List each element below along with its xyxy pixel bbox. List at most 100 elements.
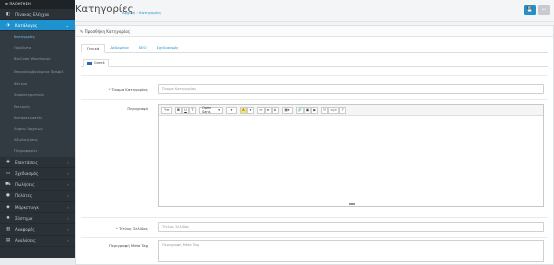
sidebar-subitem-recurring[interactable]: Επαναλαμβανόμενα Προφίλ: [0, 64, 75, 79]
sidebar-item-label: Κατάλογος: [15, 22, 38, 28]
tab-data[interactable]: Δεδομένα: [105, 44, 133, 52]
style-button[interactable]: ✎ ▾: [161, 106, 172, 114]
breadcrumb-current[interactable]: Κατηγορίες: [139, 10, 161, 15]
sidebar-item-reports[interactable]: ▥ Αναφορές ›: [0, 224, 75, 236]
sidebar-subitem-attributes[interactable]: Χαρακτηριστικά: [0, 90, 75, 102]
form-tabs: Γενικά Δεδομένα SEO Σχεδιασμός: [81, 44, 548, 53]
bold-button[interactable]: B: [175, 106, 182, 114]
meta-title-label: * Τίτλος Σελίδας: [115, 226, 148, 231]
video-button[interactable]: ▶: [311, 106, 319, 114]
underline-button[interactable]: U: [182, 106, 189, 114]
chevron-right-icon: ›: [67, 238, 69, 244]
user-icon: ●: [6, 193, 10, 199]
color-dropdown[interactable]: ▾: [247, 106, 254, 114]
sidebar-item-label: Πωλήσεις: [15, 182, 35, 188]
page-header: Κατηγορίες Αρχική › Κατηγορίες 💾 ↩: [75, 0, 554, 22]
sidebar-subitem-reviews[interactable]: Αξιολογήσεις: [0, 134, 75, 147]
meta-title-input[interactable]: Τίτλος Σελίδας: [158, 222, 544, 232]
name-label: * Όνομα Κατηγορίας: [108, 87, 148, 92]
fullscreen-button[interactable]: ⤧: [321, 106, 329, 114]
sidebar-item-label: Μάρκετινγκ: [15, 204, 39, 210]
editor-toolbar: ✎ ▾ B U T Open Sans ▾ ▾ A ▾ ≔ ≡ ≣ ▦ ▾ 🔗 ▣ …: [159, 105, 543, 116]
category-name-input[interactable]: Όνομα Κατηγορίας: [158, 84, 544, 94]
form-panel: ✎ Προσθήκη Κατηγορίας Γενικά Δεδομένα SE…: [75, 25, 554, 265]
tag-icon: ⬗: [6, 22, 10, 28]
divider: [81, 99, 548, 100]
image-button[interactable]: ▣: [303, 106, 312, 114]
chevron-right-icon: ›: [67, 182, 69, 188]
sidebar-item-system[interactable]: ✹ Σύστημα ›: [0, 213, 75, 225]
sidebar-item-label: Επεκτάσεις: [15, 159, 38, 165]
sidebar-item-sales[interactable]: ⛟ Πωλήσεις ›: [0, 180, 75, 191]
chart-icon: ▥: [5, 226, 11, 232]
sidebar-subitem-products[interactable]: Προϊόντα: [0, 42, 75, 54]
sidebar-subitem-categories[interactable]: Κατηγορίες: [0, 31, 75, 43]
sidebar: ≡ ΠΛΟΗΓΗΣΗ ◧ Πίνακας Ελέγχου ⬗ Κατάλογος…: [0, 0, 75, 258]
sidebar-item-extensions[interactable]: ✚ Επεκτάσεις ›: [0, 157, 75, 169]
tab-seo[interactable]: SEO: [134, 44, 152, 52]
clear-format-button[interactable]: T: [189, 106, 196, 114]
chevron-right-icon: ›: [67, 204, 69, 210]
resize-handle[interactable]: [349, 203, 355, 205]
save-icon: 💾: [526, 7, 534, 13]
cart-icon: ⛟: [5, 181, 11, 187]
monitor-icon: ▭: [5, 171, 11, 177]
chevron-right-icon: ›: [67, 215, 69, 221]
sidebar-item-catalog[interactable]: ⬗ Κατάλογος ⌄: [0, 20, 75, 32]
sidebar-subitem-information[interactable]: Πληροφορίες: [0, 146, 75, 158]
breadcrumb-home[interactable]: Αρχική: [122, 10, 135, 15]
tab-design[interactable]: Σχεδιασμός: [152, 44, 184, 52]
sidebar-item-label: Αναφορές: [15, 226, 35, 232]
main-content: Κατηγορίες Αρχική › Κατηγορίες 💾 ↩ ✎ Προ…: [75, 0, 554, 265]
chevron-right-icon: ›: [67, 171, 69, 177]
link-button[interactable]: 🔗: [295, 106, 304, 114]
greek-flag-icon: [87, 61, 92, 65]
sidebar-item-customers[interactable]: ● Πελάτες ›: [0, 191, 75, 202]
chevron-right-icon: ›: [67, 226, 69, 232]
meta-description-label: Περιγραφή Meta Tag: [109, 243, 148, 248]
sidebar-item-label: Σύστημα: [15, 215, 33, 221]
sidebar-item-design[interactable]: ▭ Σχεδιασμός ›: [0, 168, 75, 180]
sidebar-subitem-barcode[interactable]: BarCode Warehouse: [0, 53, 75, 65]
sidebar-subitem-options[interactable]: Επιλογές: [0, 101, 75, 113]
ordered-list-button[interactable]: ≡: [264, 106, 272, 114]
meta-description-textarea[interactable]: Περιγραφή Meta Tag: [158, 240, 544, 262]
language-tabs: Greek: [81, 59, 548, 67]
chevron-right-icon: ›: [67, 159, 69, 165]
tab-general[interactable]: Γενικά: [81, 44, 106, 53]
paragraph-button[interactable]: ≣: [271, 106, 279, 114]
language-label: Greek: [94, 61, 105, 65]
font-family-select[interactable]: Open Sans ▾: [199, 106, 223, 114]
panel-title: ✎ Προσθήκη Κατηγορίας: [76, 26, 553, 37]
sidebar-item-label: Πελάτες: [15, 193, 33, 199]
help-button[interactable]: ?: [339, 106, 347, 114]
divider: [81, 217, 548, 218]
sidebar-item-marketing[interactable]: ◆ Μάρκετινγκ ›: [0, 202, 75, 214]
table-button[interactable]: ▦ ▾: [281, 106, 293, 114]
breadcrumb-separator: ›: [136, 9, 138, 15]
cog-icon: ✹: [6, 215, 10, 221]
sidebar-item-label: Αναλύσεις: [15, 238, 36, 244]
sidebar-item-analytics[interactable]: ▤ Αναλύσεις ›: [0, 236, 75, 247]
sidebar-subitem-filters[interactable]: Φίλτρα: [0, 78, 75, 91]
back-button[interactable]: ↩: [538, 5, 550, 15]
chevron-right-icon: ›: [67, 193, 69, 199]
sidebar-item-dashboard[interactable]: ◧ Πίνακας Ελέγχου: [0, 9, 75, 21]
share-icon: ◆: [6, 204, 10, 210]
color-button[interactable]: A: [240, 106, 247, 114]
save-button[interactable]: 💾: [524, 5, 536, 15]
unordered-list-button[interactable]: ≔: [257, 106, 265, 114]
font-size-select[interactable]: ▾: [226, 106, 237, 114]
reply-icon: ↩: [541, 7, 547, 13]
tab-language-greek[interactable]: Greek: [83, 59, 109, 67]
chevron-down-icon: ⌄: [65, 22, 69, 28]
analytics-icon: ▤: [5, 238, 11, 244]
description-editor[interactable]: ✎ ▾ B U T Open Sans ▾ ▾ A ▾ ≔ ≡ ≣ ▦ ▾ 🔗 ▣ …: [158, 104, 544, 207]
sidebar-subitem-manufacturers[interactable]: Κατασκευαστές: [0, 112, 75, 124]
sidebar-brand: ≡ ΠΛΟΗΓΗΣΗ: [0, 0, 75, 9]
puzzle-icon: ✚: [6, 159, 10, 165]
sidebar-subitem-downloads[interactable]: Λήψεις Αρχείων: [0, 123, 75, 135]
description-label: Περιγραφή: [127, 106, 148, 111]
sidebar-item-label: Σχεδιασμός: [15, 171, 39, 177]
code-view-button[interactable]: </>: [328, 106, 340, 114]
